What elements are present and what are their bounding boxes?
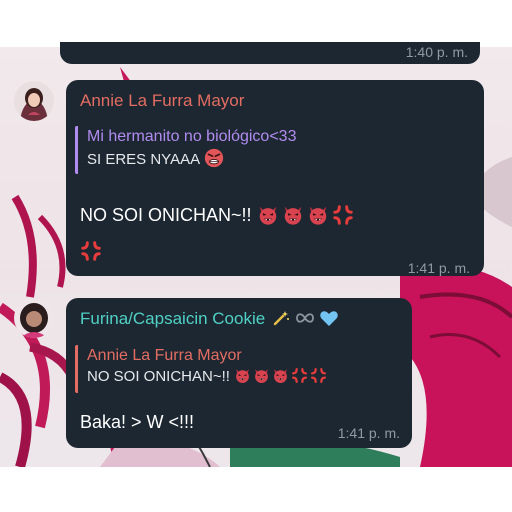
anger-symbol-emoji [291, 367, 308, 384]
message-text-line: NO SOI ONICHAN~!! [80, 204, 357, 226]
avatar-furina[interactable] [14, 298, 54, 338]
message-text: NO SOI ONICHAN~!! [80, 205, 252, 225]
sender-name[interactable]: Furina/Capsaicin Cookie [80, 309, 339, 329]
reply-sender-name: Mi hermanito no biológico<33 [87, 128, 297, 145]
infinity-icon [295, 313, 314, 323]
blue-heart-icon [320, 311, 339, 326]
ogre-devil-emoji [253, 367, 270, 384]
reply-text: SI ERES NYAAA [87, 151, 200, 168]
anger-symbol-emoji [80, 240, 102, 262]
ogre-devil-emoji [272, 367, 289, 384]
message-text: Baka! > W <!!! [80, 412, 195, 432]
anger-symbol-emoji [332, 204, 354, 226]
sender-name-text: Furina/Capsaicin Cookie [80, 309, 266, 328]
reply-quote[interactable]: Annie La Furra Mayor NO SOI ONICHAN~!! [75, 345, 395, 393]
angry-face-emoji [203, 147, 225, 169]
ogre-devil-emoji [307, 204, 329, 226]
message-timestamp: 1:41 p. m. [407, 260, 470, 276]
reply-text: NO SOI ONICHAN~!! [87, 368, 230, 385]
message-bubble-previous[interactable]: 1:40 p. m. [60, 42, 480, 64]
message-bubble-furina[interactable]: Furina/Capsaicin Cookie Annie La Furra M… [66, 298, 412, 448]
reply-text-line: NO SOI ONICHAN~!! [87, 366, 395, 388]
ogre-devil-emoji [257, 204, 279, 226]
message-bubble-annie[interactable]: Annie La Furra Mayor Mi hermanito no bio… [66, 80, 484, 276]
ogre-devil-emoji [282, 204, 304, 226]
magic-wand-icon [273, 311, 289, 326]
avatar-annie[interactable] [14, 81, 54, 121]
reply-sender-name: Annie La Furra Mayor [87, 347, 242, 364]
reply-text-line: SI ERES NYAAA [87, 147, 455, 171]
anger-symbol-emoji [310, 367, 327, 384]
sender-name[interactable]: Annie La Furra Mayor [80, 91, 244, 111]
reply-quote[interactable]: Mi hermanito no biológico<33 SI ERES NYA… [75, 126, 455, 174]
message-timestamp: 1:40 p. m. [405, 44, 468, 60]
ogre-devil-emoji [234, 367, 251, 384]
message-timestamp: 1:41 p. m. [337, 425, 400, 441]
